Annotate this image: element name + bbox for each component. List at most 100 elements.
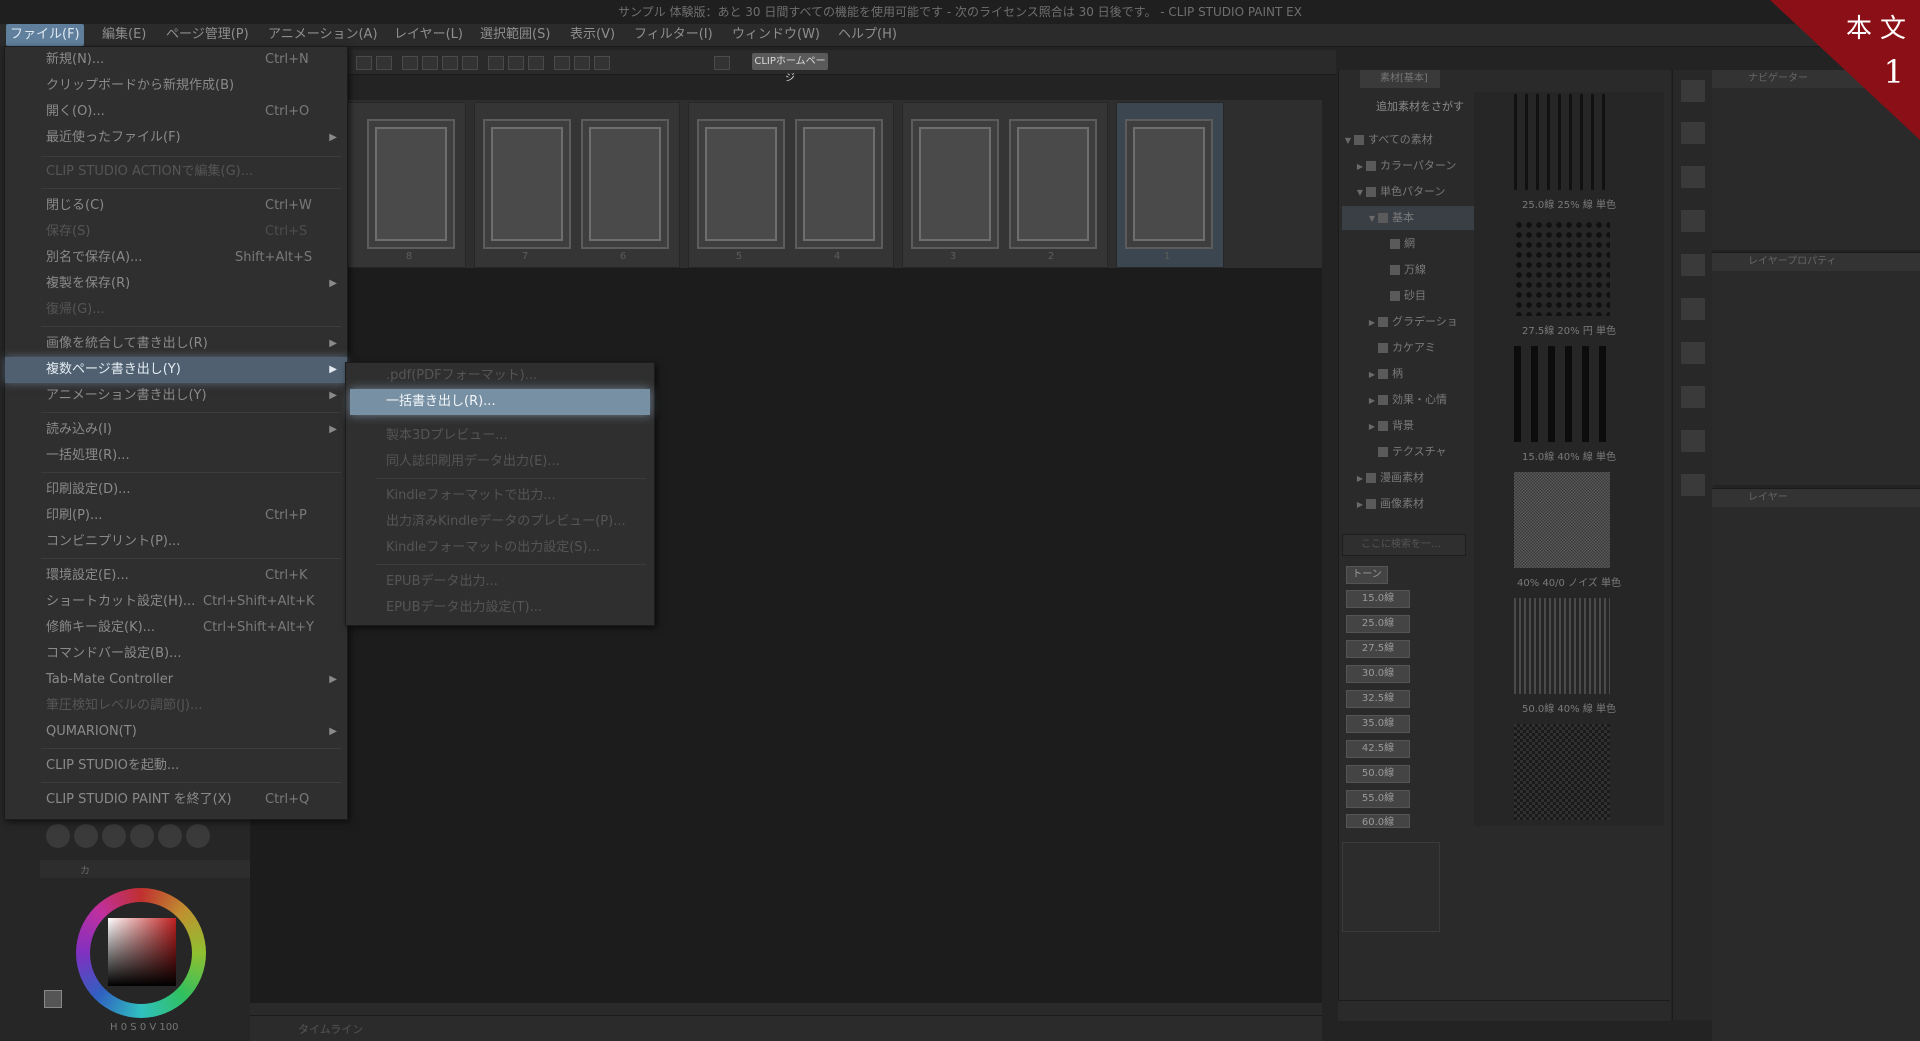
menu-page-management[interactable]: ページ管理(P) (162, 24, 253, 46)
menu-window[interactable]: ウィンドウ(W) (728, 24, 824, 46)
brush-size-preset[interactable] (130, 824, 154, 848)
tag-chip[interactable]: 50.0線 (1346, 765, 1410, 783)
show-selection-icon[interactable] (528, 56, 544, 70)
panel-icon[interactable] (1681, 254, 1705, 276)
tag-chip[interactable]: 32.5線 (1346, 690, 1410, 708)
deselect-icon[interactable] (488, 56, 504, 70)
tree-item[interactable]: ▼ すべての素材 (1342, 128, 1460, 152)
tag-chip[interactable]: 60.0線 (1346, 814, 1410, 828)
menu-file[interactable]: ファイル(F) (6, 24, 84, 46)
clip-homepage-button[interactable]: CLIPホームページ (752, 53, 828, 84)
page-thumbnail[interactable] (795, 119, 883, 249)
menu-item-save-as[interactable]: 別名で保存(A)... Shift+Alt+S (5, 245, 347, 271)
tone-thumbnail-fine-lines[interactable] (1514, 598, 1610, 694)
tag-chip[interactable]: トーン (1346, 566, 1388, 584)
horizontal-scrollbar[interactable] (250, 1003, 1322, 1015)
menu-item-qumarion[interactable]: QUMARION(T) ▶ (5, 719, 347, 745)
invert-selection-icon[interactable] (508, 56, 524, 70)
layer-property-tab[interactable]: レイヤープロパティ (1712, 253, 1920, 271)
menu-edit[interactable]: 編集(E) (98, 24, 150, 46)
spread[interactable]: 7 6 (474, 102, 680, 268)
panel-icon[interactable] (1681, 166, 1705, 188)
snap-grid-icon[interactable] (594, 56, 610, 70)
page-thumbnail[interactable] (483, 119, 571, 249)
menu-item-recent-files[interactable]: 最近使ったファイル(F) ▶ (5, 125, 347, 151)
menu-item-import[interactable]: 読み込み(I) ▶ (5, 417, 347, 443)
tone-thumbnail-dots[interactable] (1514, 220, 1610, 316)
menu-item-batch-process[interactable]: 一括処理(R)... (5, 443, 347, 469)
brush-size-preset[interactable] (186, 824, 210, 848)
tree-item-selected[interactable]: ▼ 基本 (1342, 206, 1484, 230)
main-color-swatch[interactable] (44, 990, 62, 1008)
spread[interactable]: 5 4 (688, 102, 894, 268)
page-thumbnail[interactable] (581, 119, 669, 249)
menu-item-command-bar-settings[interactable]: コマンドバー設定(B)... (5, 641, 347, 667)
menu-item-print-settings[interactable]: 印刷設定(D)... (5, 477, 347, 503)
panel-icon[interactable] (1681, 430, 1705, 452)
menu-item-new-from-clipboard[interactable]: クリップボードから新規作成(B) (5, 73, 347, 99)
menu-item-tab-mate-controller[interactable]: Tab-Mate Controller ▶ (5, 667, 347, 693)
snap-ruler-icon[interactable] (554, 56, 570, 70)
tree-item[interactable]: ▶ 柄 (1342, 362, 1484, 386)
tree-item[interactable]: ▼ 単色パターン (1342, 180, 1472, 204)
tree-item[interactable]: テクスチャ (1342, 440, 1484, 464)
menu-item-convenience-print[interactable]: コンビニプリント(P)... (5, 529, 347, 555)
panel-icon[interactable] (1681, 474, 1705, 496)
menu-selection[interactable]: 選択範囲(S) (476, 24, 554, 46)
menu-item-close[interactable]: 閉じる(C) Ctrl+W (5, 193, 347, 219)
tree-item[interactable]: ▶ グラデーショ (1342, 310, 1484, 334)
menu-item-preferences[interactable]: 環境設定(E)... Ctrl+K (5, 563, 347, 589)
panel-icon[interactable] (1681, 122, 1705, 144)
menu-filter[interactable]: フィルター(I) (630, 24, 717, 46)
panel-icon[interactable] (1681, 342, 1705, 364)
tree-item[interactable]: 万線 (1342, 258, 1496, 282)
panel-icon[interactable] (1681, 386, 1705, 408)
tree-item[interactable]: ▶ 漫画素材 (1342, 466, 1472, 490)
tree-item[interactable]: ▶ 画像素材 (1342, 492, 1472, 516)
tag-chip[interactable]: 55.0線 (1346, 790, 1410, 808)
menu-item-modifier-key-settings[interactable]: 修飾キー設定(K)... Ctrl+Shift+Alt+Y (5, 615, 347, 641)
menu-item-new[interactable]: 新規(N)... Ctrl+N (5, 47, 347, 73)
spread[interactable]: 3 2 (902, 102, 1108, 268)
scale-icon[interactable] (462, 56, 478, 70)
page-thumbnail[interactable] (1125, 119, 1213, 249)
tone-thumbnail-lines[interactable] (1514, 94, 1610, 190)
menu-item-save-duplicate[interactable]: 複製を保存(R) ▶ (5, 271, 347, 297)
page-thumbnail[interactable] (1009, 119, 1097, 249)
menu-item-export-single-layer[interactable]: 画像を統合して書き出し(R) ▶ (5, 331, 347, 357)
panel-icon[interactable] (1681, 210, 1705, 232)
tag-chip[interactable]: 30.0線 (1346, 665, 1410, 683)
tag-chip[interactable]: 27.5線 (1346, 640, 1410, 658)
color-tab[interactable]: カ (80, 862, 90, 877)
snap-special-ruler-icon[interactable] (574, 56, 590, 70)
redo-icon[interactable] (376, 56, 392, 70)
find-more-materials-button[interactable]: 追加素材をさがす (1342, 96, 1466, 118)
menu-help[interactable]: ヘルプ(H) (834, 24, 901, 46)
spread[interactable]: 8 (346, 102, 466, 268)
undo-icon[interactable] (356, 56, 372, 70)
tag-chip[interactable]: 35.0線 (1346, 715, 1410, 733)
menu-animation[interactable]: アニメーション(A) (264, 24, 382, 46)
brush-size-preset[interactable] (158, 824, 182, 848)
menu-item-open[interactable]: 開く(O)... Ctrl+O (5, 99, 347, 125)
tree-item[interactable]: ▶ 背景 (1342, 414, 1484, 438)
menu-item-export-animation[interactable]: アニメーション書き出し(Y) ▶ (5, 383, 347, 409)
menu-item-shortcut-settings[interactable]: ショートカット設定(H)... Ctrl+Shift+Alt+K (5, 589, 347, 615)
brush-size-preset[interactable] (74, 824, 98, 848)
tone-thumbnail-lines-thick[interactable] (1514, 346, 1610, 442)
menu-item-launch-clip-studio[interactable]: CLIP STUDIOを起動... (5, 753, 347, 779)
tag-chip[interactable]: 25.0線 (1346, 615, 1410, 633)
tree-item[interactable]: カケアミ (1342, 336, 1484, 360)
spread-selected[interactable]: 1 (1116, 102, 1224, 268)
material-tab[interactable]: 素材[基本] (1360, 70, 1440, 88)
menu-view[interactable]: 表示(V) (566, 24, 619, 46)
transform-icon[interactable] (442, 56, 458, 70)
brush-size-preset[interactable] (46, 824, 70, 848)
menu-item-print[interactable]: 印刷(P)... Ctrl+P (5, 503, 347, 529)
panel-icon[interactable] (1681, 298, 1705, 320)
tag-chip[interactable]: 42.5線 (1346, 740, 1410, 758)
fill-icon[interactable] (422, 56, 438, 70)
color-saturation-square[interactable] (108, 918, 176, 986)
tree-item[interactable]: 網 (1342, 232, 1496, 256)
export-icon[interactable] (714, 56, 730, 70)
